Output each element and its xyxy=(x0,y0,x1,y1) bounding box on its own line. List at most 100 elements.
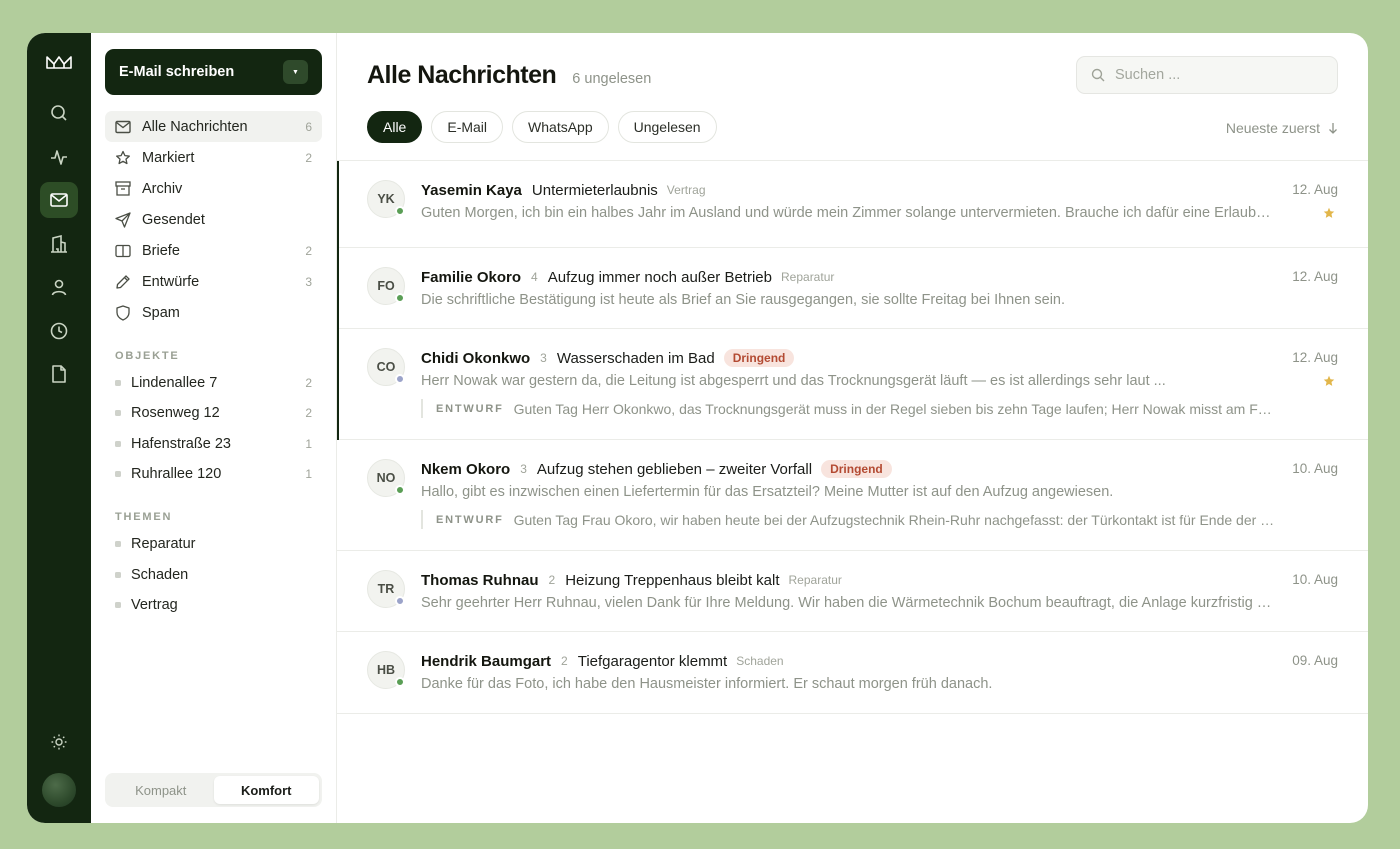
message-date: 10. Aug xyxy=(1292,461,1338,476)
message-list: YK Yasemin Kaya Untermieterlaubnis Vertr… xyxy=(337,161,1368,823)
filter-chip-all[interactable]: Alle xyxy=(367,111,423,143)
compose-dropdown-button[interactable]: ▼ xyxy=(283,60,308,84)
search-icon xyxy=(51,105,67,121)
message-preview: Herr Nowak war gestern da, die Leitung i… xyxy=(421,373,1166,389)
draft-preview: ENTWURF Guten Tag Herr Okonkwo, das Troc… xyxy=(421,399,1338,418)
nav-label: Entwürfe xyxy=(142,273,200,290)
thread-count: 2 xyxy=(561,654,568,668)
rail-contacts-button[interactable] xyxy=(40,269,78,305)
message-tag: Vertrag xyxy=(666,183,706,197)
mail-icon xyxy=(50,193,68,207)
message-sender: Chidi Okonkwo xyxy=(421,349,531,367)
density-toggle: Kompakt Komfort xyxy=(105,773,322,807)
nav-label: Alle Nachrichten xyxy=(142,118,248,135)
message-row[interactable]: FO Familie Okoro 4 Aufzug immer noch auß… xyxy=(337,248,1368,329)
nav-item-letters[interactable]: Briefe 2 xyxy=(105,235,322,266)
filter-chip-unread[interactable]: Ungelesen xyxy=(617,111,717,143)
message-subject: Heizung Treppenhaus bleibt kalt xyxy=(565,571,780,589)
nav-item-spam[interactable]: Spam xyxy=(105,297,322,328)
message-date: 09. Aug xyxy=(1292,653,1338,668)
activity-icon xyxy=(51,149,67,165)
user-icon xyxy=(51,279,67,296)
page-title: Alle Nachrichten xyxy=(367,61,557,89)
message-date: 12. Aug xyxy=(1292,182,1338,197)
object-item-ruhrallee[interactable]: Ruhrallee 120 1 xyxy=(105,459,322,489)
topic-item-schaden[interactable]: Schaden xyxy=(105,559,322,589)
star-icon[interactable] xyxy=(1323,207,1335,219)
objects-list: Lindenallee 7 2 Rosenweg 12 2 Hafenstraße … xyxy=(105,368,322,489)
avatar: YK xyxy=(367,180,405,218)
shield-icon xyxy=(115,304,131,321)
nav-item-all-messages[interactable]: Alle Nachrichten 6 xyxy=(105,111,322,142)
message-date: 12. Aug xyxy=(1292,269,1338,284)
object-item-hafenstrasse[interactable]: Hafenstraße 23 1 xyxy=(105,429,322,459)
avatar: NO xyxy=(367,459,405,497)
sun-icon xyxy=(51,734,67,750)
topic-label: Reparatur xyxy=(131,536,196,553)
object-count: 2 xyxy=(305,376,312,391)
caret-down-icon: ▼ xyxy=(292,68,299,76)
topic-item-reparatur[interactable]: Reparatur xyxy=(105,529,322,559)
object-item-lindenallee[interactable]: Lindenallee 7 2 xyxy=(105,368,322,398)
message-sender: Familie Okoro xyxy=(421,268,522,286)
object-count: 1 xyxy=(305,467,312,482)
sort-dropdown[interactable]: Neueste zuerst xyxy=(1226,120,1338,136)
sort-label: Neueste zuerst xyxy=(1225,120,1320,136)
rail-search-button[interactable] xyxy=(40,95,78,131)
search-box[interactable] xyxy=(1076,56,1338,94)
filter-chip-email[interactable]: E-Mail xyxy=(431,111,504,143)
urgent-badge: Dringend xyxy=(821,460,892,478)
rail-objects-button[interactable] xyxy=(40,226,78,262)
nav-item-drafts[interactable]: Entwürfe 3 xyxy=(105,266,322,297)
rail-history-button[interactable] xyxy=(40,313,78,349)
message-row[interactable]: TR Thomas Ruhnau 2 Heizung Treppenhaus b… xyxy=(337,551,1368,632)
nav-label: Gesendet xyxy=(142,211,205,228)
draft-preview: ENTWURF Guten Tag Frau Okoro, wir haben … xyxy=(421,510,1338,529)
objects-section-title: OBJEKTE xyxy=(115,350,180,362)
theme-toggle-button[interactable] xyxy=(40,724,78,760)
object-label: Hafenstraße 23 xyxy=(131,435,231,452)
message-row[interactable]: CO Chidi Okonkwo 3 Wasserschaden im Bad … xyxy=(337,329,1368,440)
thread-count: 3 xyxy=(520,462,527,476)
filter-chip-whatsapp[interactable]: WhatsApp xyxy=(512,111,609,143)
message-sender: Yasemin Kaya xyxy=(421,181,522,199)
density-compact-option[interactable]: Kompakt xyxy=(108,776,214,804)
app-window: E-Mail schreiben ▼ Alle Nachrichten 6 Ma… xyxy=(27,33,1368,823)
nav-item-sent[interactable]: Gesendet xyxy=(105,204,322,235)
nav-item-archive[interactable]: Archiv xyxy=(105,173,322,204)
presence-away-indicator xyxy=(395,596,405,606)
message-subject: Untermieterlaubnis xyxy=(531,181,658,199)
rail-activity-button[interactable] xyxy=(40,139,78,175)
logo-icon xyxy=(39,49,79,75)
rail-documents-button[interactable] xyxy=(40,356,78,392)
density-comfort-option[interactable]: Komfort xyxy=(213,776,319,804)
urgent-badge: Dringend xyxy=(723,349,795,367)
document-icon xyxy=(52,365,66,383)
object-label: Rosenweg 12 xyxy=(131,405,220,422)
message-preview: Die schriftliche Bestätigung ist heute a… xyxy=(421,292,1066,308)
list-header: Alle Nachrichten 6 ungelesen Alle E-Mail… xyxy=(337,33,1368,161)
message-subject: Aufzug stehen geblieben – zweiter Vorfal… xyxy=(536,460,813,478)
sidebar: E-Mail schreiben ▼ Alle Nachrichten 6 Ma… xyxy=(91,33,337,823)
topics-section-title: THEMEN xyxy=(115,511,173,524)
compose-button[interactable]: E-Mail schreiben ▼ xyxy=(105,49,322,95)
message-row[interactable]: HB Hendrik Baumgart 2 Tiefgaragentor kle… xyxy=(337,632,1368,714)
user-avatar[interactable] xyxy=(42,773,76,807)
message-preview: Danke für das Foto, ich habe den Hausmei… xyxy=(421,676,993,692)
message-tag: Reparatur xyxy=(788,573,842,587)
nav-count: 2 xyxy=(305,243,312,258)
topic-item-vertrag[interactable]: Vertrag xyxy=(105,590,322,620)
message-sender: Nkem Okoro xyxy=(421,460,511,478)
search-input[interactable] xyxy=(1115,67,1315,83)
message-row[interactable]: YK Yasemin Kaya Untermieterlaubnis Vertr… xyxy=(337,161,1368,248)
main-panel: Alle Nachrichten 6 ungelesen Alle E-Mail… xyxy=(337,33,1368,823)
object-item-rosenweg[interactable]: Rosenweg 12 2 xyxy=(105,398,322,428)
nav-label: Archiv xyxy=(142,180,183,197)
nav-item-starred[interactable]: Markiert 2 xyxy=(105,142,322,173)
topic-label: Schaden xyxy=(131,566,189,583)
message-row[interactable]: NO Nkem Okoro 3 Aufzug stehen geblieben … xyxy=(337,440,1368,551)
message-preview: Sehr geehrter Herr Ruhnau, vielen Dank f… xyxy=(421,595,1273,611)
star-icon[interactable] xyxy=(1323,375,1335,387)
rail-mail-button[interactable] xyxy=(40,182,78,218)
avatar: CO xyxy=(367,348,405,386)
